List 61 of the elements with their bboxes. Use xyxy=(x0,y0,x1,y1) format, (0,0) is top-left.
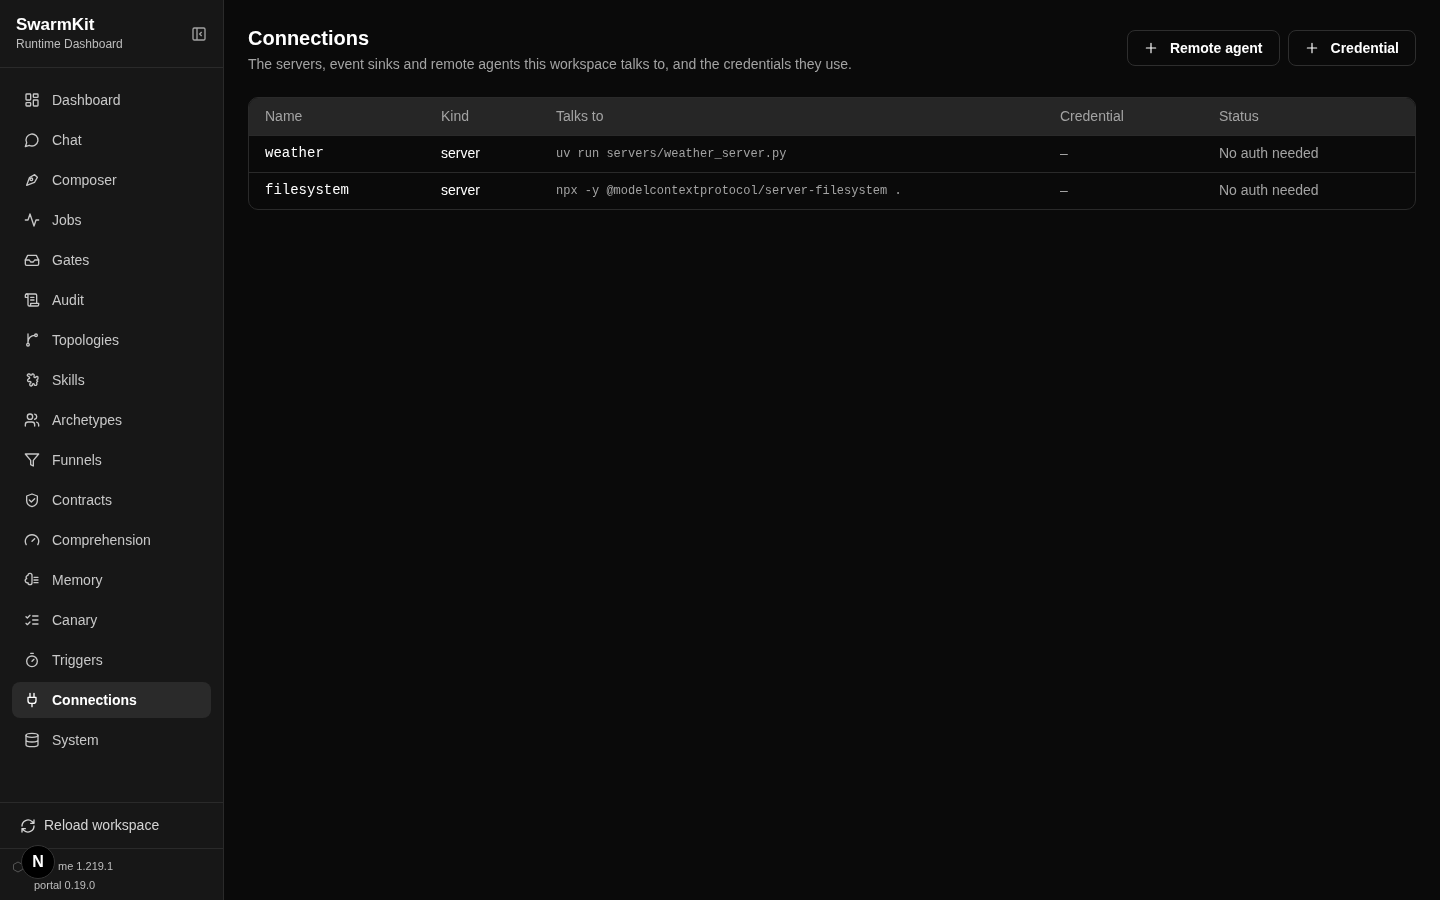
refresh-icon xyxy=(20,817,36,834)
pen-nib-icon xyxy=(24,172,40,188)
database-icon xyxy=(24,732,40,748)
users-icon xyxy=(24,412,40,428)
sidebar-item[interactable]: Comprehension xyxy=(12,522,211,558)
scroll-icon xyxy=(24,292,40,308)
add-button[interactable]: Remote agent xyxy=(1126,30,1280,66)
collapse-sidebar-icon[interactable] xyxy=(191,25,207,42)
inbox-tray-icon xyxy=(24,252,40,268)
table-cell: weather xyxy=(249,135,425,172)
table-cell: filesystem xyxy=(249,172,425,209)
table-cell: uv run servers/weather_server.py xyxy=(540,135,1044,172)
table-cell: server xyxy=(425,135,540,172)
stopwatch-icon xyxy=(24,652,40,668)
branch-icon xyxy=(24,332,40,348)
sidebar-item[interactable]: Funnels xyxy=(12,442,211,478)
plus-icon xyxy=(1304,41,1319,55)
app-subtitle: Runtime Dashboard xyxy=(16,36,123,54)
sidebar-item[interactable]: Archetypes xyxy=(12,402,211,438)
table-cell: – xyxy=(1044,135,1203,172)
table-cell: – xyxy=(1044,172,1203,209)
plug-icon xyxy=(24,692,40,708)
page-description: The servers, event sinks and remote agents this workspace talks to, and the credentials they use. xyxy=(248,55,852,74)
reload-workspace-button[interactable]: Reload workspace xyxy=(20,815,160,836)
sidebar-item[interactable]: Topologies xyxy=(12,322,211,358)
column-header: Status xyxy=(1203,98,1415,135)
column-header: Kind xyxy=(425,98,540,135)
sidebar-item[interactable]: Chat xyxy=(12,122,211,158)
table-cell: No auth needed xyxy=(1203,172,1415,209)
add-button[interactable]: Credential xyxy=(1287,30,1416,66)
column-header: Name xyxy=(249,98,425,135)
sidebar-item[interactable]: Audit xyxy=(12,282,211,318)
gauge-icon xyxy=(24,532,40,548)
sidebar-item[interactable]: Dashboard xyxy=(12,82,211,118)
sidebar-item[interactable]: Canary xyxy=(12,602,211,638)
sidebar-item[interactable]: Contracts xyxy=(12,482,211,518)
sidebar-item[interactable]: Jobs xyxy=(12,202,211,238)
column-header: Talks to xyxy=(540,98,1044,135)
page-title: Connections xyxy=(248,26,371,51)
activity-line-icon xyxy=(24,212,40,228)
funnel-icon xyxy=(24,452,40,468)
checklist-icon xyxy=(24,612,40,628)
app-title: SwarmKit xyxy=(16,13,96,36)
version-text: portal 0.19.0 xyxy=(34,878,96,893)
sidebar-item[interactable]: Composer xyxy=(12,162,211,198)
version-text: me 1.219.1 xyxy=(58,859,114,874)
dashboard-grid-icon xyxy=(24,92,40,108)
sidebar-item[interactable]: Connections xyxy=(12,682,211,718)
sidebar-item[interactable]: Triggers xyxy=(12,642,211,678)
table-cell: server xyxy=(425,172,540,209)
sidebar-item[interactable]: Gates xyxy=(12,242,211,278)
table-cell: npx -y @modelcontextprotocol/server-filesystem . xyxy=(540,172,1044,209)
dev-badge[interactable]: N xyxy=(21,845,55,879)
table-cell: No auth needed xyxy=(1203,135,1415,172)
puzzle-piece-icon xyxy=(24,372,40,388)
sidebar-item[interactable]: System xyxy=(12,722,211,758)
sidebar-item[interactable]: Skills xyxy=(12,362,211,398)
plus-icon xyxy=(1143,41,1158,55)
column-header: Credential xyxy=(1044,98,1203,135)
sidebar-item[interactable]: Memory xyxy=(12,562,211,598)
chat-bubble-icon xyxy=(24,132,40,148)
